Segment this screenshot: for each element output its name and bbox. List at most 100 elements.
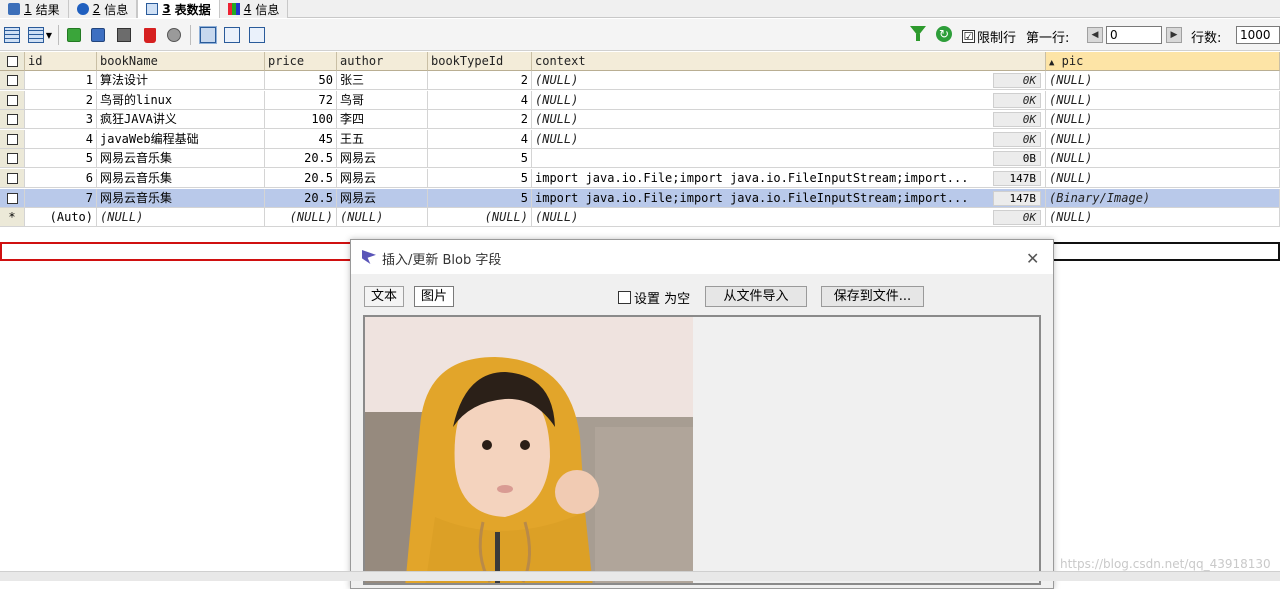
column-header-price[interactable]: price xyxy=(265,52,337,71)
cell-context[interactable]: (NULL) 0K xyxy=(532,71,1046,90)
column-header-pic[interactable]: ▲ pic xyxy=(1046,52,1280,71)
set-null-toggle[interactable]: 设置 为空 xyxy=(618,288,690,307)
cell-context[interactable]: (NULL) 0K xyxy=(532,90,1046,110)
limit-rows-toggle[interactable]: ☑ 限制行 xyxy=(962,27,1016,46)
copy-row-icon[interactable] xyxy=(88,25,108,45)
row-checkbox[interactable] xyxy=(0,149,25,169)
cell-bookTypeId[interactable]: 5 xyxy=(428,149,532,169)
cell-author[interactable]: 李四 xyxy=(337,110,428,130)
row-checkbox[interactable] xyxy=(0,90,25,110)
table-row[interactable]: 6 网易云音乐集 20.5 网易云 5 import java.io.File;impor… xyxy=(0,169,1280,188)
cell-bookName[interactable]: 网易云音乐集 xyxy=(97,149,265,169)
row-checkbox[interactable] xyxy=(0,110,25,130)
tab-info[interactable]: 2 信息 xyxy=(68,0,138,18)
cell-price[interactable]: 20.5 xyxy=(265,169,337,188)
cell-bookName[interactable]: 网易云音乐集 xyxy=(97,188,265,208)
tab-table-data[interactable]: 3 表数据 xyxy=(137,0,220,18)
save-icon[interactable] xyxy=(114,25,134,45)
blob-size-badge[interactable]: 0K xyxy=(993,112,1041,128)
cell-author[interactable]: 鸟哥 xyxy=(337,90,428,110)
blob-size-badge[interactable]: 147B xyxy=(993,190,1041,206)
add-row-icon[interactable] xyxy=(64,25,84,45)
cell-pic[interactable]: (NULL) xyxy=(1046,208,1280,228)
cancel-changes-icon[interactable] xyxy=(164,25,184,45)
cell-id[interactable]: 1 xyxy=(25,71,97,90)
form-view-icon[interactable] xyxy=(222,25,242,45)
cell-price[interactable]: 72 xyxy=(265,90,337,110)
new-row-marker[interactable]: * xyxy=(0,208,25,228)
cell-author[interactable]: (NULL) xyxy=(337,208,428,228)
cell-bookName[interactable]: 网易云音乐集 xyxy=(97,169,265,188)
cell-pic[interactable]: (NULL) xyxy=(1046,129,1280,149)
cell-bookTypeId[interactable]: 5 xyxy=(428,169,532,188)
set-null-checkbox[interactable] xyxy=(618,291,631,304)
cell-bookTypeId[interactable]: (NULL) xyxy=(428,208,532,228)
blob-size-badge[interactable]: 0K xyxy=(993,92,1041,108)
cell-context[interactable]: 0B xyxy=(532,149,1046,169)
row-checkbox[interactable] xyxy=(0,188,25,208)
cell-id[interactable]: 5 xyxy=(25,149,97,169)
column-header-id[interactable]: id xyxy=(25,52,97,71)
horizontal-scrollbar[interactable] xyxy=(0,571,1280,581)
cell-id[interactable]: 4 xyxy=(25,129,97,149)
cell-pic[interactable]: (NULL) xyxy=(1046,169,1280,188)
save-to-file-button[interactable]: 保存到文件... xyxy=(821,286,924,307)
table-row[interactable]: 1 算法设计 50 张三 2 (NULL) 0K (NULL) xyxy=(0,71,1280,90)
rows-count-input[interactable] xyxy=(1236,26,1280,44)
previous-page-button[interactable]: ◀ xyxy=(1087,27,1103,43)
cell-id[interactable]: 2 xyxy=(25,90,97,110)
row-checkbox[interactable] xyxy=(0,71,25,90)
insert-row-icon[interactable] xyxy=(2,25,22,45)
duplicate-row-icon[interactable] xyxy=(26,25,46,45)
cell-price[interactable]: 100 xyxy=(265,110,337,130)
limit-rows-checkbox[interactable]: ☑ xyxy=(962,30,975,43)
cell-bookTypeId[interactable]: 2 xyxy=(428,110,532,130)
table-row[interactable]: 5 网易云音乐集 20.5 网易云 5 0B (NULL) xyxy=(0,149,1280,169)
tab-text[interactable]: 文本 xyxy=(364,286,405,307)
blob-size-badge[interactable]: 0K xyxy=(993,131,1041,147)
text-view-icon[interactable] xyxy=(247,25,267,45)
cell-context[interactable]: (NULL) 0K xyxy=(532,110,1046,130)
cell-pic[interactable]: (NULL) xyxy=(1046,90,1280,110)
cell-context[interactable]: import java.io.File;import java.io.FileI… xyxy=(532,169,1046,188)
blob-size-badge[interactable]: 147B xyxy=(993,171,1041,186)
cell-id[interactable]: 6 xyxy=(25,169,97,188)
column-header-context[interactable]: context xyxy=(532,52,1046,71)
cell-price[interactable]: 45 xyxy=(265,129,337,149)
tab-results[interactable]: 1 结果 xyxy=(0,0,69,18)
cell-id[interactable]: 7 xyxy=(25,188,97,208)
cell-price[interactable]: 20.5 xyxy=(265,149,337,169)
blob-size-badge[interactable]: 0B xyxy=(993,151,1041,167)
cell-bookName[interactable]: 算法设计 xyxy=(97,71,265,90)
table-row[interactable]: 4 javaWeb编程基础 45 王五 4 (NULL) 0K (NULL) xyxy=(0,129,1280,149)
cell-pic[interactable]: (NULL) xyxy=(1046,149,1280,169)
cell-bookName[interactable]: (NULL) xyxy=(97,208,265,228)
cell-pic[interactable]: (Binary/Image) xyxy=(1046,188,1280,208)
cell-context[interactable]: import java.io.File;import java.io.FileI… xyxy=(532,188,1046,208)
cell-bookName[interactable]: 鸟哥的linux xyxy=(97,90,265,110)
column-header-author[interactable]: author xyxy=(337,52,428,71)
table-row[interactable]: 3 疯狂JAVA讲义 100 李四 2 (NULL) 0K (NULL) xyxy=(0,110,1280,130)
cell-bookName[interactable]: 疯狂JAVA讲义 xyxy=(97,110,265,130)
cell-author[interactable]: 网易云 xyxy=(337,188,428,208)
cell-id[interactable]: 3 xyxy=(25,110,97,130)
cell-bookName[interactable]: javaWeb编程基础 xyxy=(97,129,265,149)
cell-price[interactable]: 50 xyxy=(265,71,337,90)
close-icon[interactable]: ✕ xyxy=(1026,249,1039,268)
row-checkbox[interactable] xyxy=(0,169,25,188)
table-row[interactable]: 7 网易云音乐集 20.5 网易云 5 import java.io.File;impor… xyxy=(0,188,1280,208)
blob-size-badge[interactable]: 0K xyxy=(993,210,1041,226)
cell-author[interactable]: 王五 xyxy=(337,129,428,149)
cell-author[interactable]: 网易云 xyxy=(337,149,428,169)
cell-bookTypeId[interactable]: 4 xyxy=(428,129,532,149)
cell-context[interactable]: (NULL) 0K xyxy=(532,208,1046,228)
cell-bookTypeId[interactable]: 4 xyxy=(428,90,532,110)
import-from-file-button[interactable]: 从文件导入 xyxy=(705,286,807,307)
next-page-button[interactable]: ▶ xyxy=(1166,27,1182,43)
table-row[interactable]: 2 鸟哥的linux 72 鸟哥 4 (NULL) 0K (NULL) xyxy=(0,90,1280,110)
cell-context[interactable]: (NULL) 0K xyxy=(532,129,1046,149)
blob-size-badge[interactable]: 0K xyxy=(993,73,1041,88)
cell-price[interactable]: (NULL) xyxy=(265,208,337,228)
refresh-icon[interactable]: ↻ xyxy=(936,26,952,42)
tab-info-2[interactable]: 4 信息 xyxy=(219,0,289,18)
